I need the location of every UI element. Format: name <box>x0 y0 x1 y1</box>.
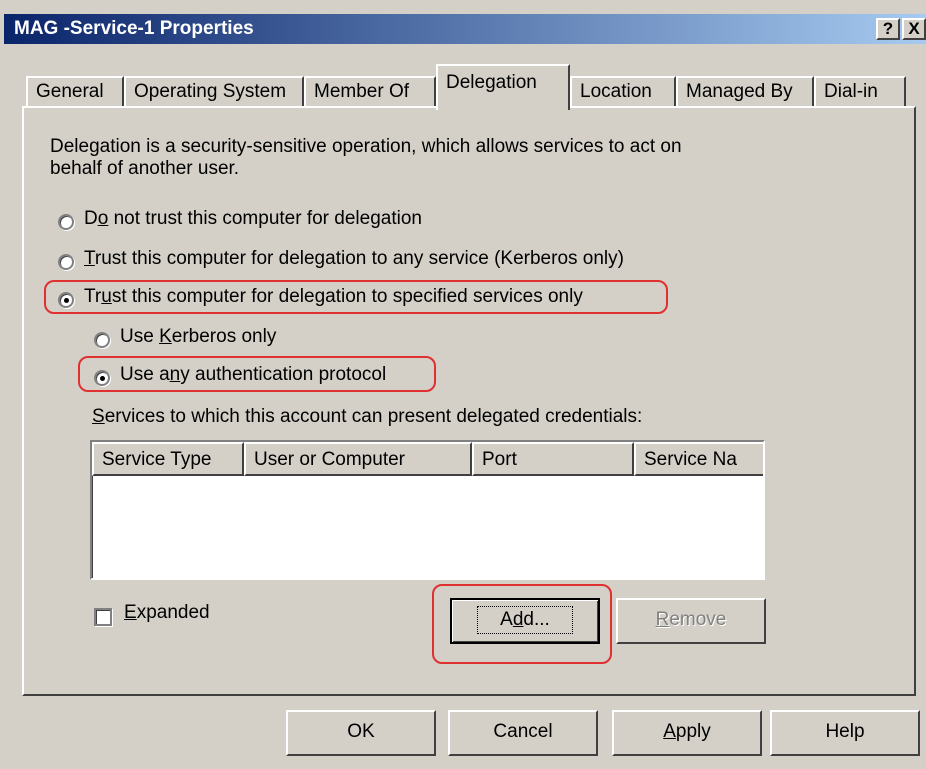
radio-kerberos-only[interactable] <box>94 332 110 348</box>
mnemonic-d: d <box>512 609 524 630</box>
mnemonic-t: T <box>84 248 95 269</box>
apply-button[interactable]: Apply <box>612 710 762 756</box>
radio-do-not-trust[interactable] <box>58 214 74 230</box>
services-label: Services to which this account can prese… <box>92 406 642 428</box>
mnemonic-s: S <box>92 406 105 427</box>
tab-dial-in[interactable]: Dial-in <box>814 76 906 108</box>
help-icon[interactable]: ? <box>876 18 900 40</box>
radio-any-authentication-protocol[interactable] <box>94 370 110 386</box>
mnemonic-e: E <box>124 602 137 623</box>
tab-location[interactable]: Location <box>570 76 676 108</box>
mnemonic-r: R <box>655 609 670 630</box>
close-icon[interactable]: X <box>902 18 926 40</box>
label-trust-specified-services[interactable]: Trust this computer for delegation to sp… <box>84 286 583 308</box>
radio-trust-specified-services[interactable] <box>58 292 74 308</box>
properties-dialog: MAG -Service-1 Properties ? X General Op… <box>0 0 926 769</box>
title-bar[interactable]: MAG -Service-1 Properties ? X <box>4 14 926 44</box>
label-part: y authentication protocol <box>180 364 387 385</box>
label-part: st this computer for delegation to speci… <box>111 286 583 307</box>
mnemonic-n: n <box>169 364 181 385</box>
label-any-authentication-protocol[interactable]: Use any authentication protocol <box>120 364 386 386</box>
label-part: rust this computer for delegation to any… <box>94 248 624 269</box>
tab-delegation[interactable]: Delegation <box>436 64 570 110</box>
tab-general[interactable]: General <box>26 76 124 108</box>
label-part: pply <box>675 721 711 742</box>
window-title: MAG -Service-1 Properties <box>14 18 254 39</box>
remove-button[interactable]: Remove <box>616 598 766 644</box>
mnemonic-k: K <box>159 326 172 347</box>
label-do-not-trust[interactable]: Do not trust this computer for delegatio… <box>84 208 422 230</box>
label-part: Tr <box>84 286 102 307</box>
label-part: erberos only <box>171 326 277 347</box>
description-line-2: behalf of another user. <box>50 158 240 179</box>
mnemonic-o: o <box>97 208 109 229</box>
label-part: A <box>500 609 513 630</box>
label-part: Use <box>120 326 160 347</box>
label-part: xpanded <box>136 602 210 623</box>
label-kerberos-only[interactable]: Use Kerberos only <box>120 326 276 348</box>
label-part: not trust this computer for delegation <box>108 208 422 229</box>
mnemonic-u: u <box>101 286 112 307</box>
label-trust-any-service[interactable]: Trust this computer for delegation to an… <box>84 248 624 270</box>
add-button[interactable]: Add... <box>450 598 600 644</box>
radio-trust-any-service[interactable] <box>58 254 74 270</box>
tab-managed-by[interactable]: Managed By <box>676 76 814 108</box>
label-part: d... <box>523 609 550 630</box>
label-part: emove <box>669 609 727 630</box>
help-button[interactable]: Help <box>770 710 920 756</box>
description-line-1: Delegation is a security-sensitive opera… <box>50 136 682 157</box>
ok-button[interactable]: OK <box>286 710 436 756</box>
label-part: Use a <box>120 364 170 385</box>
tab-operating-system[interactable]: Operating System <box>124 76 304 108</box>
label-part: D <box>84 208 98 229</box>
expanded-label[interactable]: Expanded <box>124 602 210 624</box>
cancel-button[interactable]: Cancel <box>448 710 598 756</box>
tab-member-of[interactable]: Member Of <box>304 76 436 108</box>
add-button-label: Add... <box>477 606 573 634</box>
label-part: ervices to which this account can presen… <box>104 406 643 427</box>
mnemonic-a: A <box>663 721 676 742</box>
